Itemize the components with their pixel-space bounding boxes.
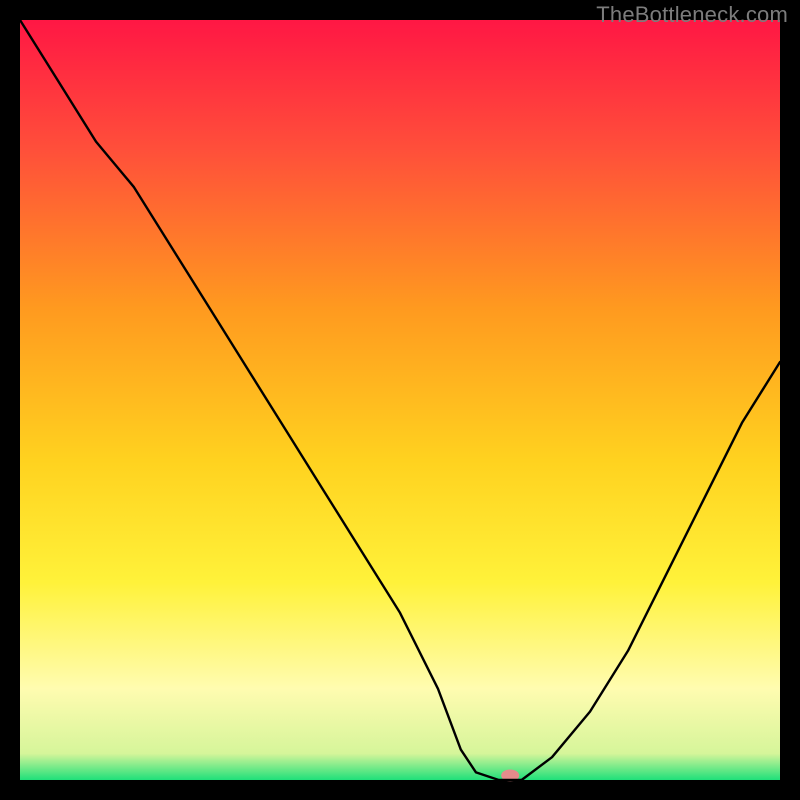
bottleneck-chart <box>0 0 800 800</box>
watermark-text: TheBottleneck.com <box>596 2 788 28</box>
plot-background <box>20 20 780 780</box>
